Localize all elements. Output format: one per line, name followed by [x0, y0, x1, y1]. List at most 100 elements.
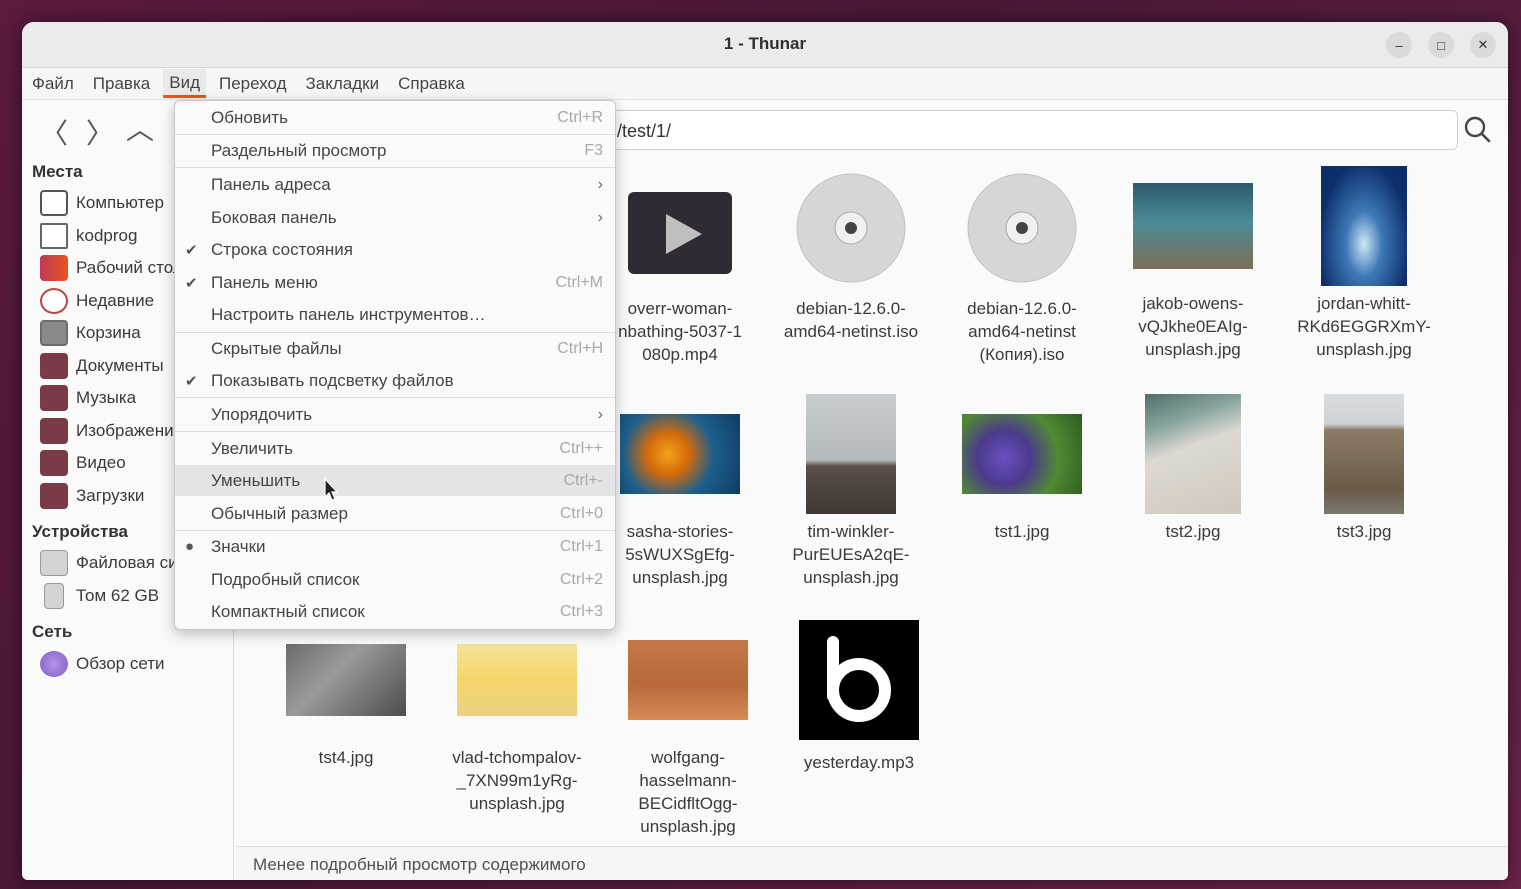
- menu-item-refresh[interactable]: Обновить Ctrl+R: [175, 102, 615, 133]
- sidebar-item-network[interactable]: Обзор сети: [40, 651, 165, 677]
- recent-icon: [40, 288, 68, 314]
- chevron-right-icon: ›: [597, 405, 603, 423]
- file-item[interactable]: sasha-stories- 5sWUXSgEfg- unsplash.jpg: [600, 394, 760, 589]
- file-name: debian-12.6.0- amd64-netinst.iso: [783, 299, 919, 341]
- menu-item-label: Компактный список: [211, 601, 365, 621]
- sidebar-item-desktop[interactable]: Рабочий стол: [40, 255, 183, 281]
- menu-item-shortcut: Ctrl+-: [563, 471, 603, 489]
- menu-file[interactable]: Файл: [26, 70, 80, 98]
- menu-item-label: Скрытые файлы: [211, 338, 342, 358]
- menu-item-zoom-out[interactable]: Уменьшить Ctrl+-: [175, 465, 615, 496]
- chevron-right-icon: ›: [597, 208, 603, 226]
- network-icon: [40, 651, 68, 677]
- menu-item-shortcut: Ctrl+H: [557, 339, 603, 357]
- menu-item-location-bar[interactable]: Панель адреса ›: [175, 169, 615, 200]
- menu-item-icon-view[interactable]: ● Значки Ctrl+1: [175, 531, 615, 562]
- maximize-button[interactable]: □: [1428, 32, 1454, 58]
- mouse-cursor-icon: [324, 478, 339, 501]
- file-item[interactable]: wolfgang- hasselmann- BECidfltOgg- unspl…: [608, 620, 768, 838]
- menu-item-hidden-files[interactable]: Скрытые файлы Ctrl+H: [175, 333, 615, 364]
- menu-help[interactable]: Справка: [392, 70, 471, 98]
- sidebar-item-label: Недавние: [76, 291, 155, 310]
- menu-item-label: Панель адреса: [211, 174, 331, 194]
- location-bar[interactable]: /test/1/: [610, 110, 1458, 150]
- minimize-button[interactable]: –: [1386, 32, 1412, 58]
- menu-bookmarks[interactable]: Закладки: [300, 70, 386, 98]
- file-item[interactable]: tst1.jpg: [942, 394, 1102, 543]
- menu-item-shortcut: F3: [584, 141, 603, 159]
- sidebar-item-label: Музыка: [76, 388, 137, 407]
- menu-item-shortcut: Ctrl+1: [559, 537, 603, 555]
- menu-item-compact-list[interactable]: Компактный список Ctrl+3: [175, 596, 615, 627]
- disc-image-icon: [796, 173, 906, 283]
- menu-item-shortcut: Ctrl+M: [555, 273, 603, 291]
- sidebar-item-documents[interactable]: Документы: [40, 353, 164, 379]
- menu-edit[interactable]: Правка: [87, 70, 156, 98]
- location-path: /test/1/: [617, 121, 672, 141]
- sidebar-item-label: Компьютер: [76, 193, 164, 212]
- sidebar-item-pictures[interactable]: Изображения: [40, 418, 183, 444]
- menu-item-file-highlight[interactable]: ✔ Показывать подсветку файлов: [175, 365, 615, 396]
- image-thumbnail: [962, 414, 1082, 494]
- menu-item-normal-size[interactable]: Обычный размер Ctrl+0: [175, 498, 615, 529]
- menu-item-zoom-in[interactable]: Увеличить Ctrl++: [175, 433, 615, 464]
- home-icon: [40, 223, 68, 249]
- title-bar[interactable]: 1 - Thunar – □ ✕: [22, 22, 1508, 68]
- menu-separator: [175, 397, 615, 398]
- file-item[interactable]: debian-12.6.0- amd64-netinst (Копия).iso: [942, 166, 1102, 366]
- minimize-icon: –: [1395, 37, 1403, 53]
- sidebar-item-trash[interactable]: Корзина: [40, 320, 141, 346]
- image-thumbnail: [286, 644, 406, 716]
- computer-icon: [40, 190, 68, 216]
- status-bar: Менее подробный просмотр содержимого: [235, 846, 1508, 880]
- file-item[interactable]: overr-woman- nbathing-5037-1 080p.mp4: [600, 166, 760, 366]
- sidebar-item-label: Корзина: [76, 323, 141, 342]
- menu-item-statusbar[interactable]: ✔ Строка состояния: [175, 234, 615, 265]
- file-name: vlad-tchompalov- _7XN99m1yRg- unsplash.j…: [452, 748, 582, 813]
- audio-file-icon: [799, 620, 919, 740]
- menu-item-arrange[interactable]: Упорядочить ›: [175, 399, 615, 430]
- menu-go[interactable]: Переход: [213, 70, 293, 98]
- sidebar-item-computer[interactable]: Компьютер: [40, 190, 164, 216]
- sidebar-item-recent[interactable]: Недавние: [40, 288, 154, 314]
- check-icon: ✔: [185, 274, 198, 292]
- image-thumbnail: [806, 394, 896, 514]
- sidebar-item-downloads[interactable]: Загрузки: [40, 483, 144, 509]
- menu-item-detailed-list[interactable]: Подробный список Ctrl+2: [175, 564, 615, 595]
- menu-item-shortcut: Ctrl++: [559, 439, 603, 457]
- file-item[interactable]: tim-winkler- PurEUEsA2qE- unsplash.jpg: [771, 394, 931, 589]
- menu-item-label: Упорядочить: [211, 404, 313, 424]
- menu-view[interactable]: Вид: [163, 69, 206, 98]
- sidebar-item-home[interactable]: kodprog: [40, 223, 137, 249]
- file-item[interactable]: vlad-tchompalov- _7XN99m1yRg- unsplash.j…: [437, 620, 597, 815]
- file-item[interactable]: yesterday.mp3: [779, 620, 939, 774]
- sidebar-item-videos[interactable]: Видео: [40, 450, 126, 476]
- menu-item-configure-toolbar[interactable]: Настроить панель инструментов…: [175, 299, 615, 330]
- file-item[interactable]: tst2.jpg: [1113, 394, 1273, 543]
- menu-item-menubar[interactable]: ✔ Панель меню Ctrl+M: [175, 267, 615, 298]
- videos-icon: [40, 450, 68, 476]
- radio-dot-icon: ●: [185, 538, 195, 555]
- image-thumbnail: [628, 640, 748, 720]
- menu-item-label: Увеличить: [211, 438, 293, 458]
- file-name: yesterday.mp3: [803, 753, 915, 772]
- back-icon[interactable]: 〈: [40, 112, 68, 152]
- file-item[interactable]: jordan-whitt- RKd6EGGRXmY- unsplash.jpg: [1284, 166, 1444, 361]
- menu-item-label: Настроить панель инструментов…: [211, 304, 486, 324]
- sidebar-item-volume[interactable]: Том 62 GB: [40, 583, 159, 609]
- menu-item-label: Подробный список: [211, 569, 360, 589]
- parent-folder-icon[interactable]: ︿: [126, 108, 154, 148]
- close-button[interactable]: ✕: [1470, 32, 1496, 58]
- forward-icon[interactable]: 〉: [86, 112, 114, 152]
- file-item[interactable]: jakob-owens- vQJkhe0EAIg- unsplash.jpg: [1113, 166, 1273, 361]
- menu-item-split-view[interactable]: Раздельный просмотр F3: [175, 135, 615, 166]
- sidebar-item-music[interactable]: Музыка: [40, 385, 136, 411]
- search-icon[interactable]: [1462, 114, 1492, 144]
- file-item[interactable]: tst3.jpg: [1284, 394, 1444, 543]
- file-item[interactable]: tst4.jpg: [266, 620, 426, 769]
- menu-bar: Файл Правка Вид Переход Закладки Справка: [22, 68, 1508, 100]
- menu-item-label: Значки: [211, 536, 266, 556]
- menu-separator: [175, 167, 615, 168]
- file-item[interactable]: debian-12.6.0- amd64-netinst.iso: [771, 166, 931, 343]
- menu-item-side-pane[interactable]: Боковая панель ›: [175, 202, 615, 233]
